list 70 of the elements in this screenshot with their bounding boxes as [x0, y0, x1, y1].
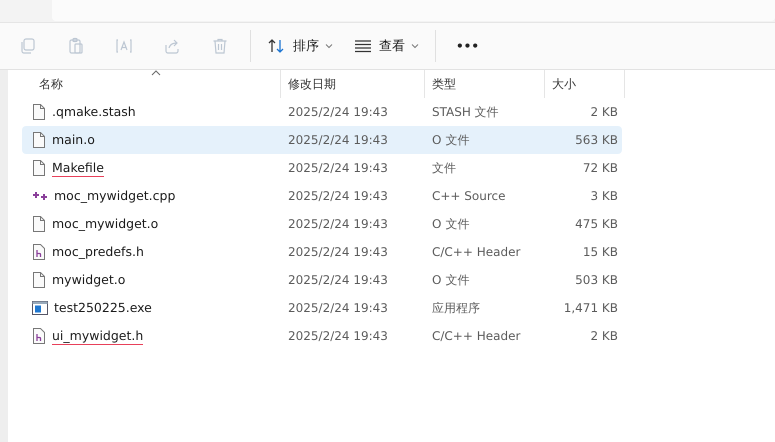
size-cell-text: 2 KB: [589, 104, 619, 121]
file-name: moc_mywidget.o: [52, 216, 158, 232]
date-cell-text: 2025/2/24 19:43: [287, 132, 389, 149]
file-name: mywidget.o: [52, 272, 126, 288]
date-cell-text: 2025/2/24 19:43: [287, 244, 389, 261]
date-cell-text: 2025/2/24 19:43: [287, 104, 389, 121]
file-row[interactable]: ui_mywidget.h 2025/2/24 19:43 C/C++ Header 2 KB: [22, 322, 622, 350]
plus-sign-icon: [32, 190, 48, 202]
chevron-icon: [325, 43, 333, 49]
sort-caret-icon: [151, 70, 161, 76]
trash-icon: [211, 37, 229, 55]
header-file-icon: [32, 327, 46, 345]
type-cell-text: C/C++ Header: [431, 328, 522, 345]
size-cell-text: 1,471 KB: [562, 300, 619, 317]
file-icon: [32, 271, 46, 289]
file-icon: [32, 215, 46, 233]
text-cursor-icon: [115, 37, 133, 55]
size-cell-text: 15 KB: [582, 244, 619, 261]
copy-icon: [19, 37, 37, 55]
size-cell-text: 72 KB: [582, 160, 619, 177]
date-cell-text: 2025/2/24 19:43: [287, 216, 389, 233]
file-row[interactable]: moc_predefs.h 2025/2/24 19:43 C/C++ Header 15 KB: [22, 238, 622, 266]
view-button[interactable]: 查看: [343, 29, 429, 63]
size-cell-text: 475 KB: [574, 216, 619, 233]
type-cell-text: C++ Source: [431, 188, 507, 205]
file-icon: [32, 103, 46, 121]
column-header[interactable]: 大小: [545, 70, 625, 98]
clipboard-icon: [67, 37, 85, 55]
file-row[interactable]: mywidget.o 2025/2/24 19:43 O 文件 503 KB: [22, 266, 622, 294]
sort-button[interactable]: 排序: [257, 29, 343, 63]
file-icon: [32, 159, 46, 177]
type-cell-text: O 文件: [431, 272, 470, 288]
date-cell-text: 2025/2/24 19:43: [287, 328, 389, 345]
file-row[interactable]: moc_mywidget.o 2025/2/24 19:43 O 文件 475 KB: [22, 210, 622, 238]
lines-icon: [353, 38, 373, 54]
column-header[interactable]: 名称: [8, 70, 281, 98]
date-cell-text: 2025/2/24 19:43: [287, 160, 389, 177]
type-cell-text: C/C++ Header: [431, 244, 522, 261]
chevron-icon: [411, 43, 419, 49]
file-row[interactable]: test250225.exe 2025/2/24 19:43 应用程序 1,471 KB: [22, 294, 622, 322]
column-header[interactable]: 类型: [425, 70, 545, 98]
header-file-icon: [32, 243, 46, 261]
date-cell-text: 2025/2/24 19:43: [287, 272, 389, 289]
file-icon: [32, 131, 46, 149]
file-name: ui_mywidget.h: [52, 328, 144, 344]
application-icon: [32, 301, 48, 315]
file-row[interactable]: main.o 2025/2/24 19:43 O 文件 563 KB: [22, 126, 622, 154]
file-row[interactable]: Makefile 2025/2/24 19:43 文件 72 KB: [22, 154, 622, 182]
more-button[interactable]: •••: [442, 29, 494, 63]
type-cell-text: 应用程序: [431, 300, 481, 316]
type-cell-text: STASH 文件: [431, 104, 500, 120]
type-cell-text: 文件: [431, 160, 457, 176]
file-name: test250225.exe: [54, 300, 152, 316]
file-name: moc_mywidget.cpp: [54, 188, 176, 204]
share-arrow-icon: [163, 37, 181, 55]
type-cell-text: O 文件: [431, 132, 470, 148]
size-cell-text: 503 KB: [574, 272, 619, 289]
size-cell-text: 563 KB: [574, 132, 619, 149]
size-cell-text: 3 KB: [589, 188, 619, 205]
date-cell-text: 2025/2/24 19:43: [287, 300, 389, 317]
file-name: .qmake.stash: [52, 104, 136, 120]
size-cell-text: 2 KB: [589, 328, 619, 345]
file-name: Makefile: [52, 160, 104, 176]
file-name: moc_predefs.h: [52, 244, 144, 260]
type-cell-text: O 文件: [431, 216, 470, 232]
file-row[interactable]: moc_mywidget.cpp 2025/2/24 19:43 C++ Source 3 KB: [22, 182, 622, 210]
column-header[interactable]: 修改日期: [281, 70, 425, 98]
date-cell-text: 2025/2/24 19:43: [287, 188, 389, 205]
file-name: main.o: [52, 132, 95, 148]
file-row[interactable]: .qmake.stash 2025/2/24 19:43 STASH 文件 2 KB: [22, 98, 622, 126]
